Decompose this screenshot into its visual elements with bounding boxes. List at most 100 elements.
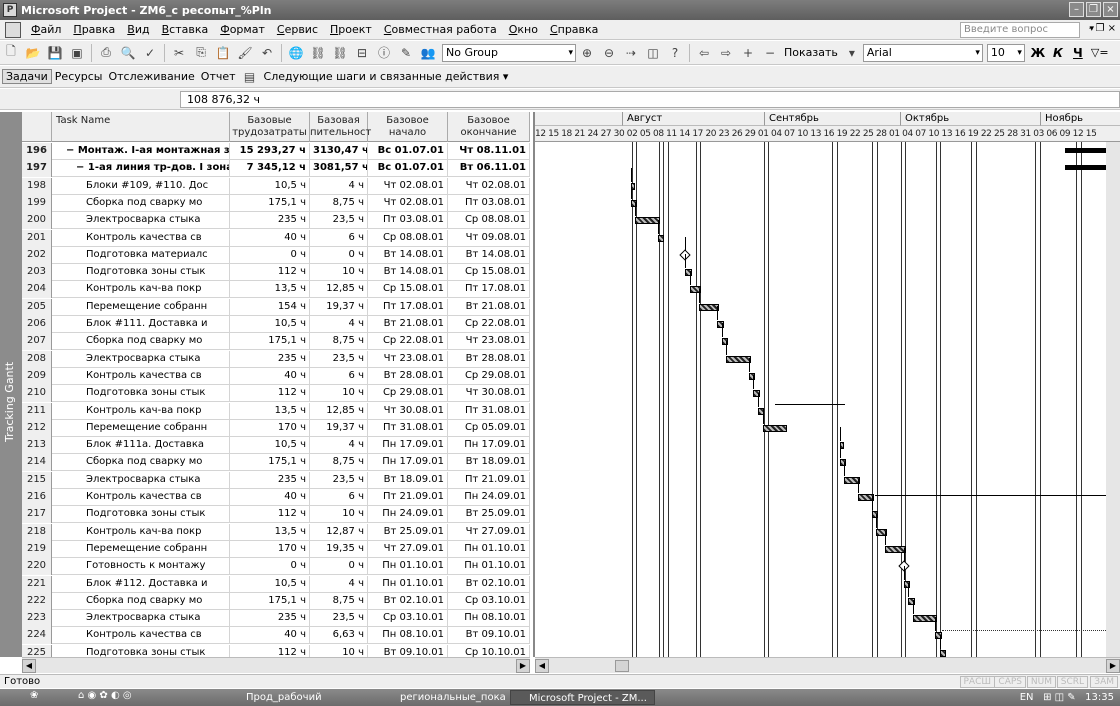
baseline-finish-cell[interactable]: Вт 25.09.01	[448, 506, 530, 524]
restore-icon[interactable]: ❐	[1086, 2, 1101, 17]
task-name-cell[interactable]: Подготовка материалс	[52, 246, 230, 264]
baseline-finish-cell[interactable]: Пт 03.08.01	[448, 194, 530, 212]
language-indicator[interactable]: EN	[1020, 692, 1034, 703]
table-row[interactable]: 214 Сборка под сварку мо 175,1 ч 8,75 ч Пн 1…	[22, 454, 530, 472]
taskbar-item-excel[interactable]: региональные_показ...	[382, 690, 505, 705]
toggle-guide-icon[interactable]: ▤	[241, 68, 259, 86]
baseline-duration-cell[interactable]: 10 ч	[310, 264, 368, 282]
format-painter-icon[interactable]: 🖌	[236, 44, 254, 62]
task-name-cell[interactable]: Контроль кач-ва покр	[52, 523, 230, 541]
baseline-duration-cell[interactable]: 0 ч	[310, 558, 368, 576]
vertical-scrollbar[interactable]	[1106, 142, 1120, 657]
task-name-cell[interactable]: Подготовка зоны стык	[52, 644, 230, 657]
table-row[interactable]: 205 Перемещение собранн 154 ч 19,37 ч Пт 17.…	[22, 298, 530, 316]
table-row[interactable]: 218 Контроль кач-ва покр 13,5 ч 12,87 ч Вт 2…	[22, 523, 530, 541]
menu-insert[interactable]: Вставка	[156, 23, 215, 36]
minimize-icon[interactable]: –	[1069, 2, 1084, 17]
baseline-work-cell[interactable]: 40 ч	[230, 229, 310, 247]
open-icon[interactable]: 📂	[24, 44, 42, 62]
row-id[interactable]: 202	[22, 246, 52, 264]
baseline-finish-cell[interactable]: Вт 21.08.01	[448, 298, 530, 316]
gantt-horizontal-scrollbar[interactable]: ◀ ▶	[535, 657, 1120, 673]
undo-icon[interactable]: ↶	[258, 44, 276, 62]
baseline-start-cell[interactable]: Чт 02.08.01	[368, 177, 448, 195]
baseline-duration-cell[interactable]: 23,5 ч	[310, 471, 368, 489]
copy-icon[interactable]: ⎘	[192, 44, 210, 62]
task-name-cell[interactable]: Готовность к монтажу	[52, 558, 230, 576]
table-row[interactable]: 215 Электросварка стыка 235 ч 23,5 ч Вт 18.0…	[22, 471, 530, 489]
row-id[interactable]: 199	[22, 194, 52, 212]
task-name-cell[interactable]: Контроль качества св	[52, 367, 230, 385]
baseline-start-cell[interactable]: Вс 01.07.01	[368, 143, 448, 160]
baseline-work-cell[interactable]: 13,5 ч	[230, 281, 310, 299]
baseline-work-cell[interactable]: 112 ч	[230, 385, 310, 403]
baseline-finish-cell[interactable]: Вт 28.08.01	[448, 350, 530, 368]
task-name-cell[interactable]: Перемещение собранн	[52, 419, 230, 437]
baseline-start-cell[interactable]: Ср 29.08.01	[368, 385, 448, 403]
scroll-right-icon[interactable]: ▶	[1106, 659, 1120, 673]
taskbar-item-folder[interactable]: Прод_рабочий	[228, 690, 373, 705]
baseline-finish-cell[interactable]: Чт 09.08.01	[448, 229, 530, 247]
table-row[interactable]: 224 Контроль качества св 40 ч 6,63 ч Пн 08.1…	[22, 627, 530, 645]
guide-tasks-button[interactable]: Задачи	[2, 69, 52, 84]
task-name-cell[interactable]: Блок #111. Доставка и	[52, 316, 230, 333]
start-icon[interactable]: ❀	[30, 690, 38, 701]
guide-tracking-button[interactable]: Отслеживание	[105, 70, 197, 83]
show-subtasks-icon[interactable]: +	[739, 44, 757, 62]
baseline-start-cell[interactable]: Пн 08.10.01	[368, 627, 448, 645]
baseline-work-cell[interactable]: 235 ч	[230, 610, 310, 628]
unlink-tasks-icon[interactable]: ⛓	[331, 44, 349, 62]
task-name-cell[interactable]: Электросварка стыка	[52, 350, 230, 368]
document-controls-icon[interactable]: - ❐ ×	[1089, 23, 1116, 34]
baseline-finish-cell[interactable]: Пн 01.10.01	[448, 558, 530, 576]
view-bar[interactable]: Tracking Gantt	[0, 112, 22, 657]
print-icon[interactable]: ⎙	[97, 44, 115, 62]
font-combo[interactable]: Arial ▾	[862, 43, 983, 62]
table-row[interactable]: 207 Сборка под сварку мо 175,1 ч 8,75 ч Ср 2…	[22, 333, 530, 351]
row-id[interactable]: 206	[22, 316, 52, 333]
baseline-finish-cell[interactable]: Ср 08.08.01	[448, 212, 530, 230]
quick-launch-icons[interactable]: ⌂ ◉ ✿ ◐ ◎	[78, 690, 132, 701]
baseline-finish-cell[interactable]: Вт 06.11.01	[448, 160, 530, 178]
baseline-finish-cell[interactable]: Пн 01.10.01	[448, 540, 530, 558]
baseline-finish-cell[interactable]: Ср 03.10.01	[448, 592, 530, 610]
task-name-cell[interactable]: Блок #111a. Доставка	[52, 437, 230, 455]
guide-next-steps-button[interactable]: Следующие шаги и связанные действия ▾	[261, 70, 512, 83]
row-id[interactable]: 223	[22, 610, 52, 628]
ask-question-input[interactable]: Введите вопрос	[960, 22, 1080, 38]
baseline-duration-cell[interactable]: 8,75 ч	[310, 333, 368, 351]
baseline-work-cell[interactable]: 175,1 ч	[230, 592, 310, 610]
baseline-start-cell[interactable]: Ср 15.08.01	[368, 281, 448, 299]
row-id[interactable]: 196	[22, 143, 52, 160]
baseline-work-cell[interactable]: 10,5 ч	[230, 575, 310, 593]
task-name-cell[interactable]: Перемещение собранн	[52, 298, 230, 316]
row-id[interactable]: 200	[22, 212, 52, 230]
row-id[interactable]: 216	[22, 489, 52, 506]
row-id[interactable]: 225	[22, 644, 52, 657]
baseline-duration-cell[interactable]: 19,37 ч	[310, 298, 368, 316]
baseline-start-cell[interactable]: Пн 01.10.01	[368, 558, 448, 576]
baseline-work-cell[interactable]: 40 ч	[230, 627, 310, 645]
baseline-start-cell[interactable]: Ср 03.10.01	[368, 610, 448, 628]
row-id[interactable]: 219	[22, 540, 52, 558]
baseline-finish-cell[interactable]: Чт 02.08.01	[448, 177, 530, 195]
scroll-left-icon[interactable]: ◀	[535, 659, 549, 673]
table-row[interactable]: 196− Монтаж. I-ая монтажная зон 15 293,27…	[22, 143, 530, 160]
table-row[interactable]: 199 Сборка под сварку мо 175,1 ч 8,75 ч Чт 0…	[22, 194, 530, 212]
baseline-work-cell[interactable]: 175,1 ч	[230, 454, 310, 472]
font-size-combo[interactable]: 10 ▾	[986, 43, 1025, 62]
task-name-cell[interactable]: − 1-ая линия тр-дов. I зона	[52, 160, 230, 178]
row-id[interactable]: 215	[22, 471, 52, 489]
table-row[interactable]: 213 Блок #111a. Доставка 10,5 ч4 ч Пн 17.09…	[22, 437, 530, 455]
table-row[interactable]: 225 Подготовка зоны стык 112 ч 10 ч Вт 09.10…	[22, 644, 530, 657]
baseline-finish-cell[interactable]: Ср 29.08.01	[448, 367, 530, 385]
guide-resources-button[interactable]: Ресурсы	[52, 70, 106, 83]
cut-icon[interactable]: ✂	[170, 44, 188, 62]
baseline-start-cell[interactable]: Чт 30.08.01	[368, 402, 448, 420]
baseline-duration-cell[interactable]: 6,63 ч	[310, 627, 368, 645]
table-row[interactable]: 219 Перемещение собранн 170 ч 19,35 ч Чт 27.…	[22, 540, 530, 558]
column-baseline-duration[interactable]: Базовая пительност	[310, 112, 371, 142]
task-name-cell[interactable]: − Монтаж. I-ая монтажная зон	[52, 143, 230, 160]
menu-collaborate[interactable]: Совместная работа	[378, 23, 503, 36]
task-name-cell[interactable]: Контроль качества св	[52, 489, 230, 506]
